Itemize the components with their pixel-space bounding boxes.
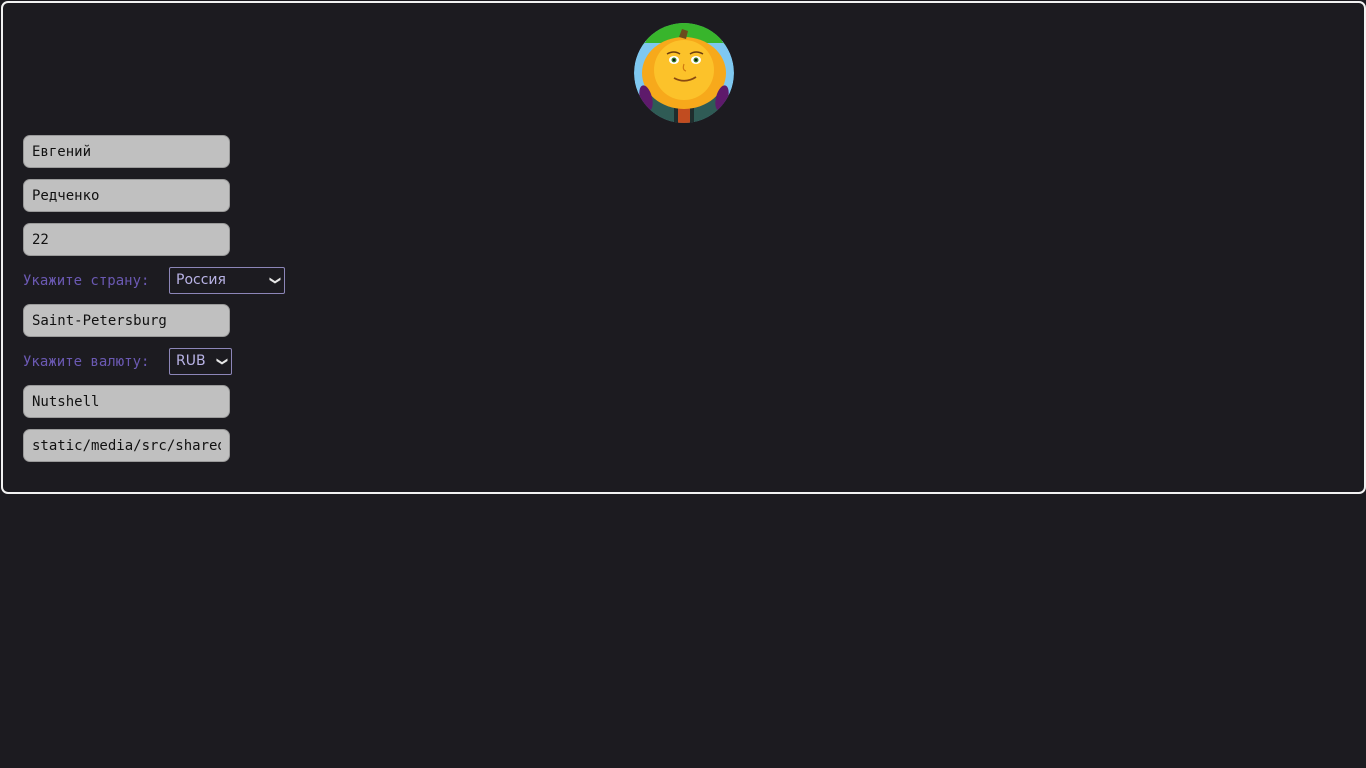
last-name-field[interactable] (23, 179, 230, 212)
nickname-field[interactable] (23, 385, 230, 418)
country-select[interactable]: Россия ❯ (169, 267, 285, 294)
chevron-down-icon: ❯ (215, 356, 229, 367)
city-field[interactable] (23, 304, 230, 337)
avatar (634, 23, 734, 123)
first-name-field[interactable] (23, 135, 230, 168)
age-field[interactable] (23, 223, 230, 256)
profile-panel: Укажите страну: Россия ❯ Укажите валюту:… (1, 1, 1366, 494)
avatar-path-field[interactable] (23, 429, 230, 462)
currency-label: Укажите валюту: (23, 354, 150, 370)
chevron-down-icon: ❯ (268, 275, 282, 286)
country-label: Укажите страну: (23, 273, 150, 289)
currency-select-value: RUB (176, 353, 206, 369)
country-select-value: Россия (176, 272, 226, 288)
pumpkin-avatar-icon (634, 23, 734, 123)
currency-select[interactable]: RUB ❯ (169, 348, 232, 375)
